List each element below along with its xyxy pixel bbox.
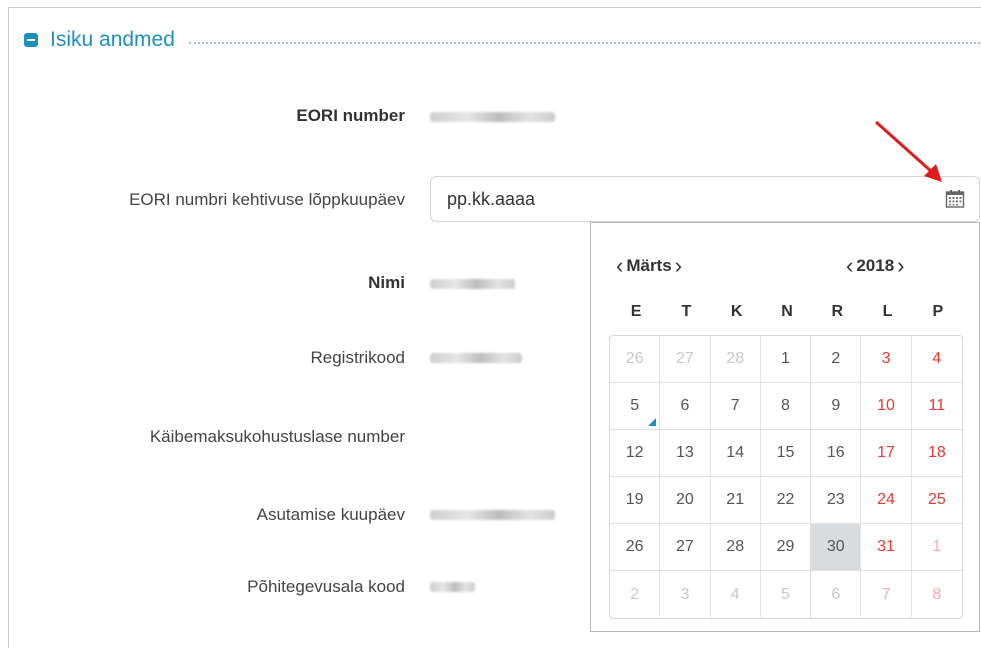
day-cell[interactable]: 19 [610, 477, 661, 524]
activity-code-value-redacted [430, 582, 475, 592]
day-cell[interactable]: 28 [710, 524, 761, 571]
weekday-label: E [630, 303, 642, 320]
day-cell[interactable]: 3 [861, 336, 912, 383]
day-cell[interactable]: 25 [911, 477, 962, 524]
eori-end-date-input[interactable] [447, 185, 927, 213]
founding-date-label: Asutamise kuupäev [256, 505, 405, 524]
day-cell[interactable]: 4 [711, 571, 761, 618]
red-arrow-icon [875, 120, 942, 182]
day-cell[interactable]: 12 [610, 430, 661, 477]
day-cell[interactable]: 14 [710, 430, 761, 477]
year-nav: ‹ 2018 › [843, 255, 907, 277]
day-cell[interactable]: 18 [911, 430, 962, 477]
day-cell[interactable]: 27 [660, 524, 711, 571]
date-picker: ‹ Märts › ‹ 2018 › E T K N R L P 26 27 28 1… [590, 222, 980, 632]
minus-square-icon[interactable] [24, 33, 38, 47]
chevron-right-icon[interactable]: › [672, 255, 685, 277]
weekday-label: R [831, 303, 844, 320]
weekday-label: L [882, 303, 893, 320]
weekday-label: P [932, 303, 944, 320]
day-cell[interactable]: 20 [660, 477, 711, 524]
day-cell[interactable]: 21 [710, 477, 761, 524]
day-cell[interactable]: 24 [861, 477, 912, 524]
day-cell[interactable]: 17 [861, 430, 912, 477]
day-cell[interactable]: 8 [760, 383, 812, 430]
chevron-left-icon[interactable]: ‹ [843, 255, 856, 277]
day-cell[interactable]: 2 [811, 336, 862, 383]
registry-code-label: Registrikood [310, 348, 406, 367]
founding-date-value-redacted [430, 510, 555, 520]
day-cell[interactable]: 1 [760, 336, 812, 383]
day-cell[interactable]: 3 [660, 571, 711, 618]
day-cell[interactable]: 6 [660, 383, 711, 430]
registry-code-value-redacted [430, 353, 522, 363]
day-cell[interactable]: 6 [811, 571, 862, 618]
day-cell[interactable]: 13 [660, 430, 711, 477]
day-cell[interactable]: 15 [760, 430, 812, 477]
day-cell[interactable]: 5 [761, 571, 812, 618]
section-divider [188, 42, 981, 44]
day-cell[interactable]: 10 [861, 383, 912, 430]
day-cell-selected[interactable]: 30 [811, 524, 862, 571]
day-cell[interactable]: 29 [760, 524, 812, 571]
chevron-right-icon[interactable]: › [894, 255, 907, 277]
day-cell-today[interactable]: 5 [610, 383, 661, 430]
weekday-label: T [681, 303, 692, 320]
day-cell[interactable]: 23 [811, 477, 862, 524]
day-cell[interactable]: 9 [811, 383, 862, 430]
activity-code-label: Põhitegevusala kood [247, 577, 405, 596]
name-label: Nimi [368, 273, 405, 292]
day-cell[interactable]: 22 [760, 477, 812, 524]
eori-end-date-label: EORI numbri kehtivuse lõppkuupäev [129, 190, 405, 209]
month-label[interactable]: Märts [626, 256, 671, 276]
section-header: Isiku andmed [24, 28, 981, 52]
day-cell[interactable]: 7 [710, 383, 761, 430]
day-cell[interactable]: 7 [861, 571, 912, 618]
section-title[interactable]: Isiku andmed [50, 28, 175, 52]
weekday-header: E T K N R L P [611, 303, 963, 321]
day-cell[interactable]: 31 [861, 524, 912, 571]
day-cell[interactable]: 8 [912, 571, 962, 618]
day-grid: 26 27 28 1 2 3 4 5 6 7 8 9 10 11 12 13 14 15 16 17 18 19 20 21 2… [609, 335, 963, 619]
calendar-icon[interactable] [945, 189, 965, 209]
day-cell[interactable]: 1 [911, 524, 962, 571]
name-value-redacted [430, 279, 515, 289]
day-cell[interactable]: 16 [811, 430, 862, 477]
eori-number-label: EORI number [296, 106, 405, 125]
weekday-label: N [781, 303, 793, 320]
weekday-label: K [730, 303, 743, 320]
day-cell[interactable]: 26 [610, 336, 661, 383]
day-cell[interactable]: 2 [610, 571, 661, 618]
day-cell[interactable]: 26 [610, 524, 661, 571]
eori-number-value-redacted [430, 112, 555, 122]
day-cell[interactable]: 28 [710, 336, 761, 383]
year-label[interactable]: 2018 [856, 256, 894, 276]
day-cell[interactable]: 11 [911, 383, 962, 430]
vat-number-label: Käibemaksukohustuslase number [149, 427, 405, 446]
month-nav: ‹ Märts › [613, 255, 685, 277]
day-cell[interactable]: 27 [660, 336, 711, 383]
day-cell[interactable]: 4 [911, 336, 962, 383]
chevron-left-icon[interactable]: ‹ [613, 255, 626, 277]
